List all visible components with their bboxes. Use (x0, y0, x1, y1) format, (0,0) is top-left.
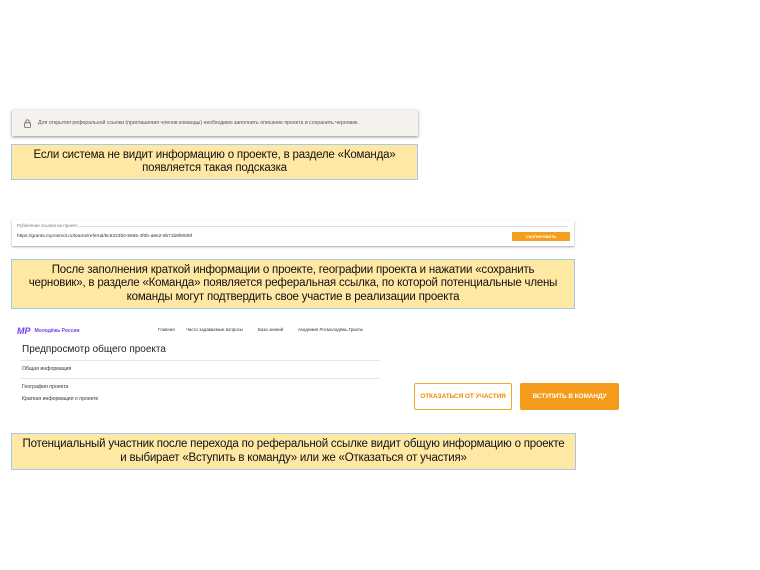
section-geography[interactable]: География проекта (22, 384, 68, 390)
lock-icon (20, 118, 34, 128)
nav-item-academy[interactable]: Академия Росмолодёжь.Гранты (298, 327, 363, 332)
copy-link-button[interactable]: СКОПИРОВАТЬ (512, 232, 570, 241)
callout-participant-explanation: Потенциальный участник после перехода по… (11, 433, 576, 470)
callout-line: появляется такая подсказка (142, 162, 287, 174)
callout-hint-explanation: Если система не видит информацию о проек… (11, 144, 418, 180)
hint-text: Для открытия реферальной ссылки (приглаш… (38, 120, 359, 126)
section-general-info[interactable]: Общая информация (22, 366, 71, 372)
project-preview-page: МР Молодёжь России Главная Часто задавае… (12, 320, 380, 412)
logo-text[interactable]: Молодёжь России (35, 328, 80, 334)
divider (20, 378, 380, 379)
section-short-info[interactable]: Краткая информация о проекте (22, 396, 98, 402)
referral-link-url[interactable]: https://grants.myrosmol.ru/teams/referra… (17, 234, 192, 239)
decline-participation-button[interactable]: ОТКАЗАТЬСЯ ОТ УЧАСТИЯ (414, 383, 512, 410)
divider (72, 226, 568, 227)
referral-link-panel: Рубличная ссылка на проект https://grant… (12, 220, 574, 246)
callout-line: Потенциальный участник после перехода по… (22, 438, 565, 450)
join-team-button[interactable]: ВСТУПИТЬ В КОМАНДУ (520, 383, 619, 410)
callout-line: и выбирает «Вступить в команду» или же «… (120, 451, 467, 464)
divider (20, 360, 380, 361)
site-header: МР Молодёжь России Главная Часто задавае… (12, 320, 380, 342)
nav-item-home[interactable]: Главная (158, 327, 175, 332)
nav-item-faq[interactable]: Часто задаваемые вопросы (186, 327, 243, 332)
nav-item-knowledge-base[interactable]: База знаний (258, 327, 283, 332)
referral-link-label: Рубличная ссылка на проект (17, 223, 78, 228)
callout-line: После заполнения краткой информации о пр… (51, 263, 535, 276)
callout-line: команды могут подтвердить свое участие в… (126, 290, 460, 303)
callout-line: черновик», в разделе «Команда» появляетс… (28, 277, 558, 290)
team-hint-banner: Для открытия реферальной ссылки (приглаш… (12, 110, 418, 136)
callout-line: Если система не видит информацию о проек… (33, 148, 396, 161)
callout-referral-explanation: После заполнения краткой информации о пр… (11, 259, 575, 309)
logo-icon[interactable]: МР (17, 326, 31, 336)
page-title: Предпросмотр общего проекта (22, 344, 166, 355)
